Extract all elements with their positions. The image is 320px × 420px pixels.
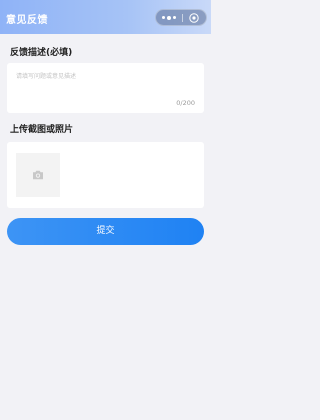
upload-image-button[interactable] (16, 153, 60, 197)
submit-button[interactable]: 提交 (7, 218, 204, 245)
feedback-card: 0/200 (7, 63, 204, 113)
char-counter: 0/200 (176, 99, 195, 107)
capsule-divider (182, 14, 183, 22)
upload-card (7, 142, 204, 208)
more-dots-icon[interactable] (156, 10, 182, 25)
close-circle-icon[interactable] (189, 13, 199, 23)
navigation-bar: 意见反馈 (0, 0, 211, 34)
upload-label: 上传截图或照片 (10, 125, 74, 135)
feedback-label: 反馈描述(必填) (10, 48, 73, 58)
feedback-textarea[interactable] (16, 71, 196, 111)
page-title: 意见反馈 (6, 15, 48, 26)
camera-icon (33, 170, 43, 180)
mini-program-capsule (155, 9, 207, 26)
